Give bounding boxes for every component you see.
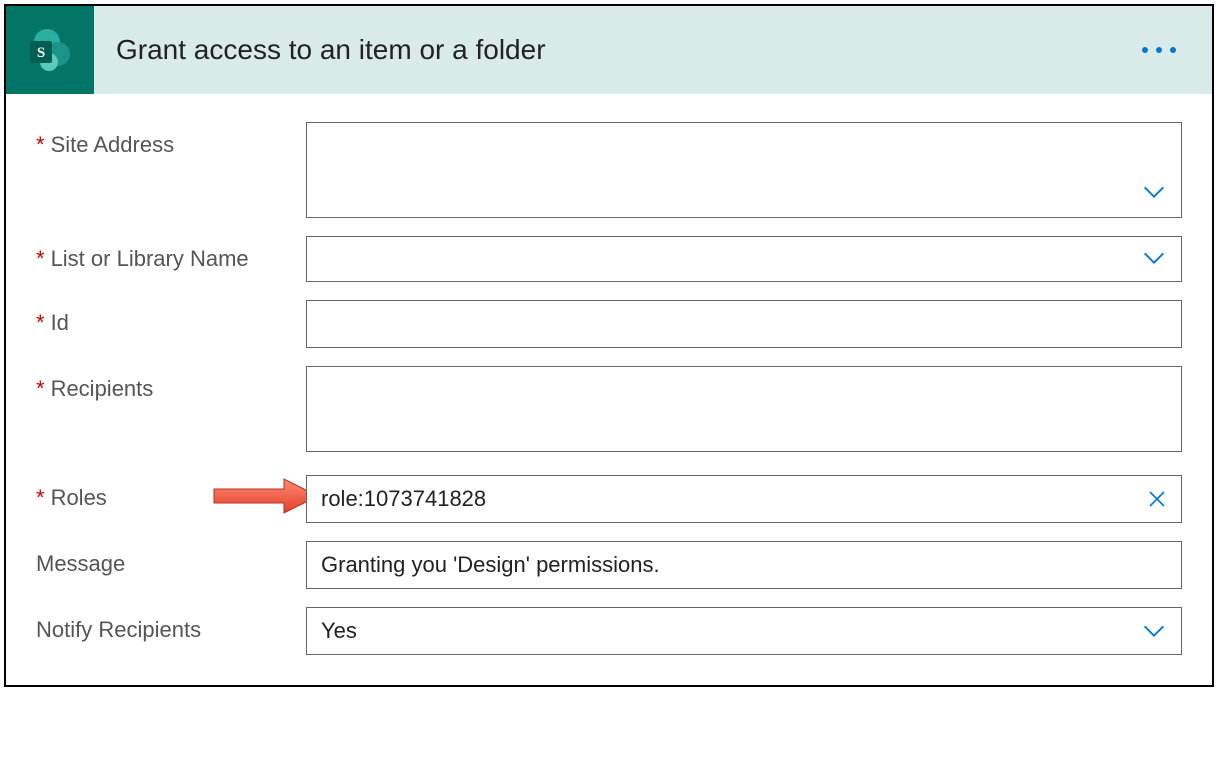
id-input[interactable] bbox=[306, 300, 1182, 348]
row-roles: * Roles bbox=[36, 475, 1182, 523]
row-notify: Notify Recipients bbox=[36, 607, 1182, 655]
card-title: Grant access to an item or a folder bbox=[116, 34, 546, 66]
label-list-name: * List or Library Name bbox=[36, 236, 306, 272]
required-asterisk: * bbox=[36, 376, 45, 402]
sharepoint-logo: S bbox=[6, 6, 94, 94]
required-asterisk: * bbox=[36, 310, 45, 336]
card-header: S Grant access to an item or a folder bbox=[6, 6, 1212, 94]
more-menu-button[interactable] bbox=[1134, 39, 1184, 61]
label-recipients: * Recipients bbox=[36, 366, 306, 402]
label-notify: Notify Recipients bbox=[36, 607, 306, 643]
clear-roles-button[interactable] bbox=[1142, 484, 1172, 514]
required-asterisk: * bbox=[36, 485, 45, 511]
required-asterisk: * bbox=[36, 246, 45, 272]
recipients-input[interactable] bbox=[306, 366, 1182, 452]
required-asterisk: * bbox=[36, 132, 45, 158]
label-site-address: * Site Address bbox=[36, 122, 306, 158]
label-roles: * Roles bbox=[36, 475, 306, 511]
action-card: S Grant access to an item or a folder * … bbox=[4, 4, 1214, 687]
message-input[interactable] bbox=[306, 541, 1182, 589]
row-message: Message bbox=[36, 541, 1182, 589]
list-name-combobox[interactable] bbox=[306, 236, 1182, 282]
notify-combobox[interactable] bbox=[306, 607, 1182, 655]
sharepoint-icon: S bbox=[24, 24, 76, 76]
row-site-address: * Site Address bbox=[36, 122, 1182, 218]
label-id: * Id bbox=[36, 300, 306, 336]
roles-input[interactable] bbox=[306, 475, 1182, 523]
label-message: Message bbox=[36, 541, 306, 577]
site-address-combobox[interactable] bbox=[306, 122, 1182, 218]
ellipsis-icon bbox=[1142, 47, 1148, 53]
row-id: * Id bbox=[36, 300, 1182, 348]
row-recipients: * Recipients bbox=[36, 366, 1182, 457]
row-list-name: * List or Library Name bbox=[36, 236, 1182, 282]
svg-text:S: S bbox=[37, 45, 45, 61]
close-icon bbox=[1145, 487, 1169, 511]
form-body: * Site Address * List or Library Name bbox=[6, 94, 1212, 685]
